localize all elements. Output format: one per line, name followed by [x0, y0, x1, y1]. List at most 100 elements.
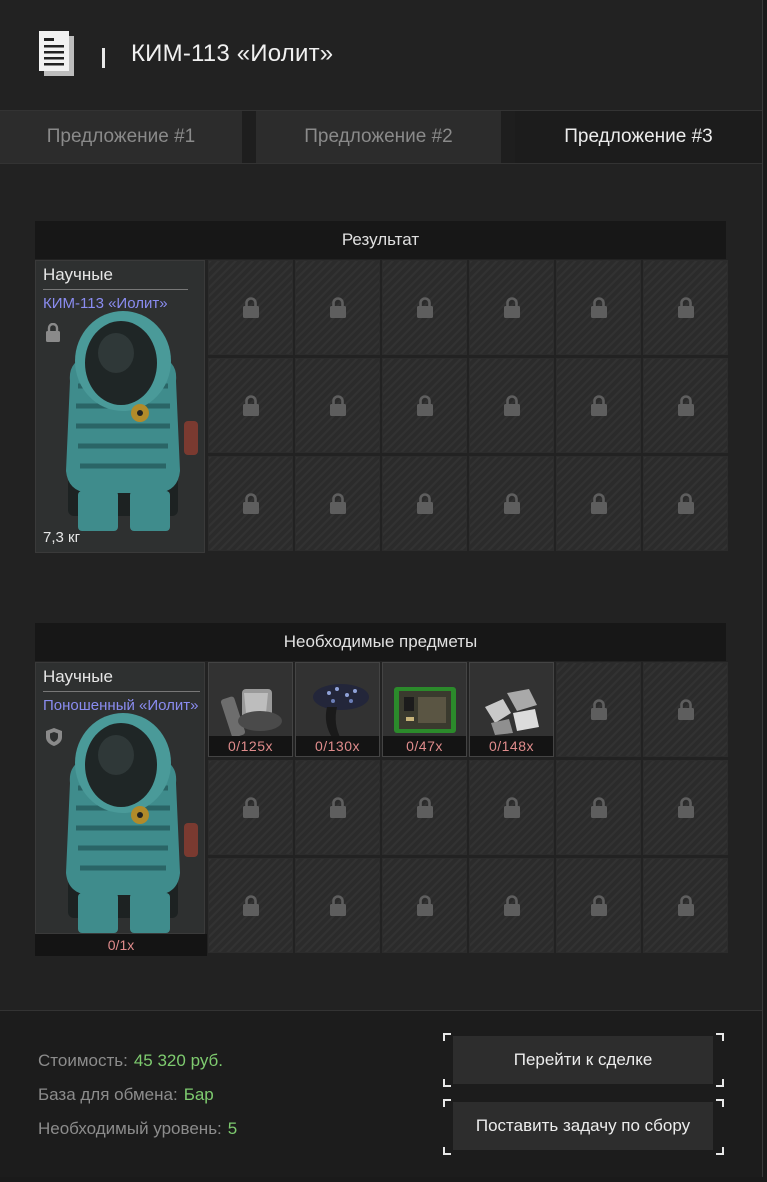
locked-slot	[295, 760, 380, 855]
set-task-button[interactable]: Поставить задачу по сбору	[453, 1102, 713, 1150]
locked-slot	[208, 760, 293, 855]
lock-icon	[677, 698, 694, 720]
tab-offer-2[interactable]: Предложение #2	[256, 111, 501, 163]
lock-icon	[503, 296, 520, 318]
base-row: База для обмена: Бар	[38, 1085, 214, 1105]
item-category: Научные	[43, 667, 113, 686]
locked-slot	[295, 260, 380, 355]
material-slot[interactable]: 0/125x	[208, 662, 293, 757]
category-underline	[43, 691, 200, 692]
result-heading: Результат	[35, 221, 726, 259]
protective-suit-image	[66, 713, 198, 933]
corner-bracket	[716, 1147, 724, 1155]
material-slot[interactable]: 0/130x	[295, 662, 380, 757]
lock-icon	[503, 796, 520, 818]
locked-slot	[643, 858, 728, 953]
locked-slot	[556, 456, 641, 551]
locked-slot	[382, 858, 467, 953]
title-separator	[102, 48, 105, 68]
goto-deal-button[interactable]: Перейти к сделке	[453, 1036, 713, 1084]
lock-icon	[590, 492, 607, 514]
locked-slot	[469, 358, 554, 453]
lock-icon	[416, 796, 433, 818]
item-category: Научные	[43, 265, 113, 284]
locked-slot	[295, 858, 380, 953]
locked-slot	[295, 358, 380, 453]
locked-slot	[556, 358, 641, 453]
locked-slot	[643, 456, 728, 551]
barter-window: КИМ-113 «Иолит» Предложение #1 Предложен…	[0, 0, 763, 1177]
cost-value: 45 320 руб.	[133, 1051, 223, 1070]
material-count: 0/47x	[383, 736, 466, 756]
corner-bracket	[716, 1099, 724, 1107]
lock-icon	[590, 394, 607, 416]
lock-icon	[329, 394, 346, 416]
circuit-board-icon	[393, 686, 456, 733]
item-name: Поношенный «Иолит»	[43, 697, 199, 714]
category-underline	[43, 289, 188, 290]
base-label: База для обмена:	[38, 1085, 178, 1104]
locked-slot	[208, 358, 293, 453]
locked-slot	[556, 760, 641, 855]
locked-slot	[469, 260, 554, 355]
lock-icon	[416, 394, 433, 416]
result-slots-grid	[208, 260, 728, 551]
lock-icon	[329, 296, 346, 318]
item-weight: 7,3 кг	[43, 529, 81, 546]
lock-icon	[46, 323, 60, 342]
lock-icon	[242, 492, 259, 514]
corner-bracket	[443, 1099, 451, 1107]
lock-icon	[677, 394, 694, 416]
lock-icon	[242, 796, 259, 818]
tab-divider	[501, 111, 515, 163]
window-title: КИМ-113 «Иолит»	[131, 40, 334, 67]
locked-slot	[208, 260, 293, 355]
locked-slot	[643, 662, 728, 757]
required-item-count: 0/1x	[35, 934, 207, 956]
lock-icon	[329, 492, 346, 514]
tool-material-icon	[220, 688, 282, 737]
lock-icon	[503, 894, 520, 916]
lock-icon	[677, 296, 694, 318]
locked-slot	[208, 858, 293, 953]
tab-divider	[242, 111, 256, 163]
level-label: Необходимый уровень:	[38, 1119, 222, 1138]
tab-offer-1[interactable]: Предложение #1	[0, 111, 242, 163]
corner-bracket	[716, 1033, 724, 1041]
locked-slot	[469, 858, 554, 953]
lock-icon	[590, 894, 607, 916]
material-slot[interactable]: 0/47x	[382, 662, 467, 757]
window-header: КИМ-113 «Иолит»	[0, 0, 762, 108]
lock-icon	[242, 894, 259, 916]
lock-icon	[416, 296, 433, 318]
barter-footer: Стоимость: 45 320 руб. База для обмена: Ба…	[0, 1010, 762, 1177]
corner-bracket	[716, 1079, 724, 1087]
locked-slot	[556, 662, 641, 757]
document-icon	[39, 31, 74, 76]
corner-bracket	[443, 1033, 451, 1041]
locked-slot	[556, 260, 641, 355]
locked-slot	[382, 456, 467, 551]
metal-scrap-icon	[484, 688, 539, 735]
lock-icon	[677, 492, 694, 514]
lock-icon	[590, 698, 607, 720]
required-slots-grid: 0/125x 0/130x 0/47x 0/148x	[208, 662, 728, 953]
lock-icon	[590, 796, 607, 818]
lock-icon	[503, 394, 520, 416]
locked-slot	[556, 858, 641, 953]
locked-slot	[469, 456, 554, 551]
locked-slot	[643, 260, 728, 355]
locked-slot	[382, 358, 467, 453]
material-slot[interactable]: 0/148x	[469, 662, 554, 757]
material-count: 0/148x	[470, 736, 553, 756]
tab-offer-3[interactable]: Предложение #3	[515, 111, 762, 163]
crystal-mushroom-icon	[312, 683, 369, 739]
item-name: КИМ-113 «Иолит»	[43, 295, 168, 312]
locked-slot	[208, 456, 293, 551]
cost-label: Стоимость:	[38, 1051, 128, 1070]
lock-icon	[242, 296, 259, 318]
lock-icon	[503, 492, 520, 514]
required-item-card[interactable]: Научные Поношенный «Иолит»	[35, 662, 205, 934]
shield-icon	[46, 728, 62, 746]
result-item-card[interactable]: Научные КИМ-113 «Иолит» 7,3 кг	[35, 260, 205, 553]
